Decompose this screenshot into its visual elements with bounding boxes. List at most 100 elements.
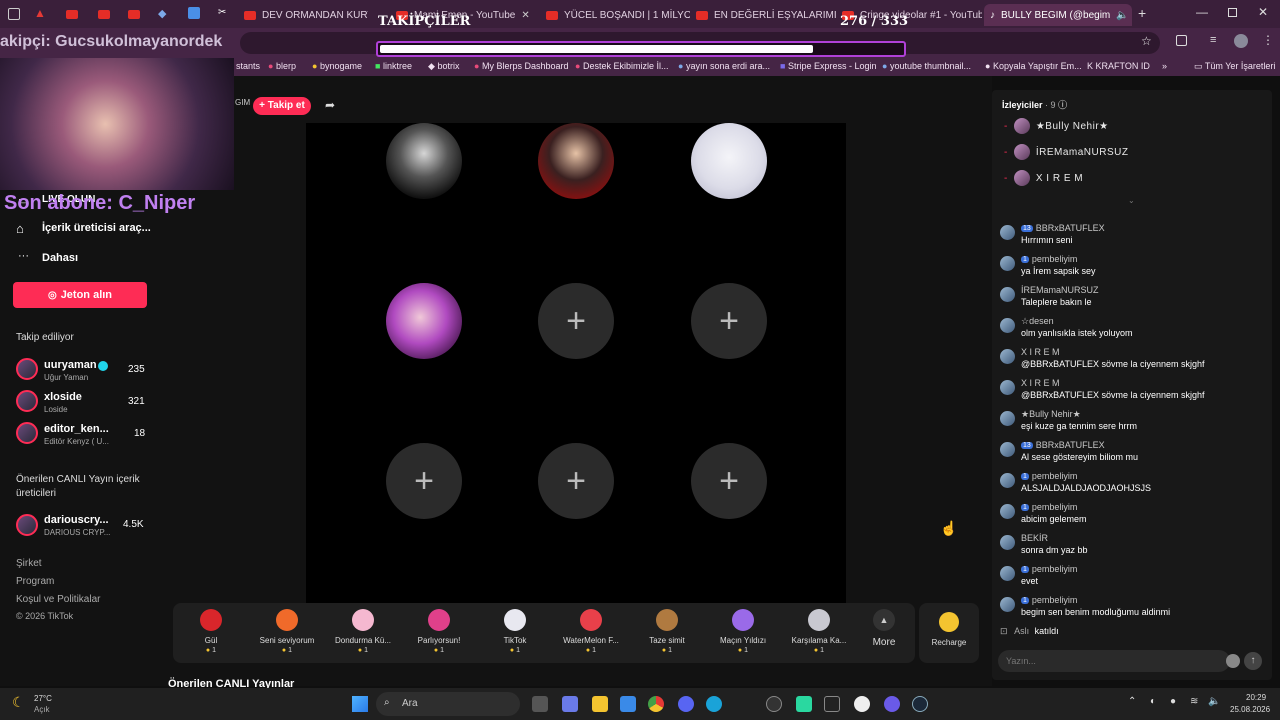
weather-temp[interactable]: 27°C <box>34 694 52 703</box>
bookmark-item[interactable]: ● youtube thumbnail... <box>882 61 971 71</box>
app-icon[interactable] <box>796 696 812 712</box>
avatar[interactable] <box>1000 380 1015 395</box>
chat-username[interactable]: 1 pembeliyim <box>1021 564 1077 574</box>
bookmarks-overflow-icon[interactable]: » <box>1162 61 1167 71</box>
gift-item[interactable]: Taze simit1 <box>629 603 705 663</box>
copilot-icon[interactable] <box>562 696 578 712</box>
microphone-icon[interactable]: ● <box>1170 696 1176 707</box>
viewer-row[interactable]: - ★Bully Nehir★ <box>1004 118 1109 134</box>
tray-chevron-icon[interactable]: ⌃ <box>1128 696 1136 707</box>
tabs-icon[interactable] <box>8 8 20 20</box>
gift-item[interactable]: TikTok1 <box>477 603 553 663</box>
bookmark-item[interactable]: ▭ Tüm Yer İşaretleri <box>1194 61 1275 72</box>
chat-username[interactable]: ★Bully Nehir★ <box>1021 409 1081 420</box>
bookmark-item[interactable]: ● Destek Ekibimizle İl... <box>575 61 668 71</box>
bookmark-item[interactable]: ● bynogame <box>312 61 362 71</box>
store-icon[interactable] <box>620 696 636 712</box>
new-tab-icon[interactable]: + <box>1138 5 1146 21</box>
extensions-icon[interactable] <box>1176 35 1187 46</box>
bookmark-item[interactable]: stants <box>236 61 260 71</box>
follow-button[interactable]: + Takip et <box>253 97 311 115</box>
tab-1[interactable]: DEV ORMANDAN KURTULU✕ <box>238 4 368 26</box>
capcut-icon[interactable]: ✂ <box>218 7 226 18</box>
chat-username[interactable]: 1 pembeliyim <box>1021 595 1077 605</box>
guest-avatar-live[interactable] <box>386 283 462 359</box>
avatar[interactable] <box>1000 287 1015 302</box>
send-button[interactable]: ↑ <box>1244 652 1262 670</box>
viewers-label[interactable]: İzleyiciler · 9 ⓘ <box>1002 98 1067 111</box>
youtube-icon[interactable] <box>66 10 78 19</box>
gift-item[interactable]: Seni seviyorum1 <box>249 603 325 663</box>
footer-link[interactable]: Program <box>16 576 54 587</box>
recharge-button[interactable]: Recharge <box>919 603 979 663</box>
media-icon[interactable]: ≡ <box>1210 34 1216 46</box>
viewer-row[interactable]: -X I R E M <box>1004 170 1083 186</box>
chat-username[interactable]: X I R E M <box>1021 347 1060 357</box>
avatar[interactable] <box>1000 566 1015 581</box>
bookmark-icon[interactable]: ◆ <box>158 7 166 20</box>
avatar[interactable] <box>1000 225 1015 240</box>
translate-icon[interactable] <box>188 7 200 19</box>
empty-seat-plus-icon[interactable]: + <box>386 443 462 519</box>
avatar[interactable] <box>1000 256 1015 271</box>
footer-link[interactable]: Koşul ve Politikalar <box>16 594 100 605</box>
app-icon[interactable] <box>766 696 782 712</box>
chrome-icon[interactable] <box>648 696 664 712</box>
more-gifts-button[interactable]: ▲ More <box>853 603 915 663</box>
empty-seat-plus-icon[interactable]: + <box>538 283 614 359</box>
guest-avatar[interactable] <box>538 123 614 199</box>
task-view-icon[interactable] <box>532 696 548 712</box>
empty-seat-plus-icon[interactable]: + <box>691 443 767 519</box>
bookmark-item[interactable]: ● Kopyala Yapıştır Em... <box>985 61 1082 71</box>
empty-seat-plus-icon[interactable]: + <box>538 443 614 519</box>
more-link[interactable]: Dahası <box>42 252 78 264</box>
avatar[interactable] <box>1000 597 1015 612</box>
gift-item[interactable]: Maçın Yıldızı1 <box>705 603 781 663</box>
file-explorer-icon[interactable] <box>592 696 608 712</box>
share-icon[interactable]: ➦ <box>325 98 335 112</box>
gift-item[interactable]: Dondurma Kü...1 <box>325 603 401 663</box>
speaker-icon[interactable]: 🔈 <box>1116 10 1128 21</box>
chat-username[interactable]: BEKİR <box>1021 533 1048 543</box>
bookmark-item[interactable]: ● My Blerps Dashboard <box>474 61 569 71</box>
chat-username[interactable]: İREMamaNURSUZ <box>1021 285 1099 295</box>
footer-link[interactable]: Şirket <box>16 558 42 569</box>
edge-icon[interactable] <box>706 696 722 712</box>
wifi-icon[interactable]: ≋ <box>1190 696 1198 707</box>
chat-username[interactable]: X I R E M <box>1021 378 1060 388</box>
youtube-icon[interactable] <box>128 10 140 19</box>
gift-item[interactable]: Karşılama Ka...1 <box>781 603 857 663</box>
guest-avatar[interactable] <box>386 123 462 199</box>
chat-input[interactable] <box>998 650 1198 672</box>
chat-username[interactable]: 13 BBRxBATUFLEX <box>1021 440 1105 450</box>
tab-3[interactable]: YÜCEL BOŞANDI | 1 MİLYON✕ <box>540 4 690 26</box>
bookmark-item[interactable]: ◆ botrix <box>428 61 459 72</box>
avatar[interactable] <box>1000 442 1015 457</box>
gift-item[interactable]: WaterMelon F...1 <box>553 603 629 663</box>
emoji-icon[interactable] <box>1226 654 1240 668</box>
discord-icon[interactable] <box>678 696 694 712</box>
bookmark-item[interactable]: ■ Stripe Express - Login <box>780 61 877 71</box>
steam-icon[interactable] <box>912 696 928 712</box>
chat-username[interactable]: 1 pembeliyim <box>1021 471 1077 481</box>
bookmark-item[interactable]: ■ linktree <box>375 61 412 71</box>
chat-username[interactable]: ☆desen <box>1021 316 1054 327</box>
profile-avatar[interactable] <box>1234 34 1248 48</box>
guest-avatar[interactable] <box>691 123 767 199</box>
star-icon[interactable]: ☆ <box>1141 34 1152 48</box>
buy-coins-button[interactable]: ◎ Jeton alın <box>13 282 147 308</box>
clock-time[interactable]: 20:29 <box>1246 693 1266 702</box>
gift-item[interactable]: Parlıyorsun!1 <box>401 603 477 663</box>
app-icon[interactable] <box>884 696 900 712</box>
bookmark-item[interactable]: ● yayın sona erdi ara... <box>678 61 770 71</box>
chat-input-box[interactable] <box>998 650 1240 672</box>
avatar[interactable] <box>1000 535 1015 550</box>
taskbar-search[interactable]: ⌕ Ara <box>376 692 520 716</box>
chat-username[interactable]: 13 BBRxBATUFLEX <box>1021 223 1105 233</box>
chat-username[interactable]: 1 pembeliyim <box>1021 502 1077 512</box>
help-icon[interactable]: ⓘ <box>1058 100 1067 110</box>
avatar[interactable] <box>1000 411 1015 426</box>
network-icon[interactable]: ◐ <box>1150 696 1156 707</box>
minimize-icon[interactable]: — <box>1196 5 1208 19</box>
avatar[interactable] <box>1000 504 1015 519</box>
